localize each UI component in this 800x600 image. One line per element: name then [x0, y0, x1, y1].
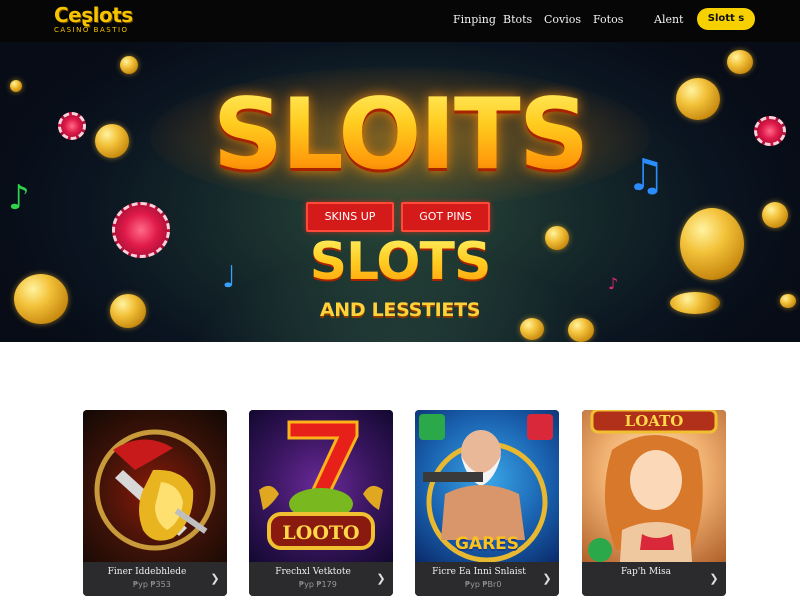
chevron-right-icon[interactable]: ❯ — [208, 572, 222, 586]
game-card[interactable]: Finer Iddebhlede ₱ур ₱353 ❯ — [83, 410, 227, 596]
slots-cta-button[interactable]: Slott s — [697, 8, 755, 30]
game-card-grid: Finer Iddebhlede ₱ур ₱353 ❯ LOOTO Frechx… — [0, 410, 800, 596]
card-meta: ₱ур ₱353 — [133, 580, 171, 589]
nav-item-1[interactable]: Finping — [453, 12, 496, 28]
game-card[interactable]: GARES Ficre Ea Inni Snlaist ₱ур ₱Br0 ❯ — [415, 410, 559, 596]
coin-icon — [120, 56, 138, 74]
card-title: Finer Iddebhlede — [107, 567, 187, 577]
hero-subtitle: SLOTS — [0, 232, 800, 292]
hero-title: SLOITS — [0, 80, 800, 190]
nav-item-3[interactable]: Covios — [544, 12, 581, 28]
card-art-label: LOATO — [624, 412, 684, 430]
nav-item-2[interactable]: Btots — [503, 12, 532, 28]
game-card[interactable]: LOATO Fap'h Misa ❯ — [582, 410, 726, 596]
got-pins-button[interactable]: GOT PINS — [401, 202, 490, 232]
card-art-label: LOOTO — [282, 522, 360, 544]
game-card[interactable]: LOOTO Frechxl Vetktote ₱ур ₱179 ❯ — [249, 410, 393, 596]
card-title: Fap'h Misa — [621, 567, 671, 577]
warrior-icon: GARES — [415, 410, 559, 562]
card-footer: Finer Iddebhlede ₱ур ₱353 ❯ — [83, 562, 227, 596]
card-title: Frechxl Vetktote — [275, 567, 351, 577]
account-link[interactable]: Alent — [654, 12, 683, 28]
chevron-right-icon[interactable]: ❯ — [707, 572, 721, 586]
card-art-label: GARES — [454, 534, 520, 554]
nav-item-4[interactable]: Fotos — [593, 12, 623, 28]
lucky-seven-icon: LOOTO — [249, 410, 393, 562]
chevron-right-icon[interactable]: ❯ — [540, 572, 554, 586]
chevron-right-icon[interactable]: ❯ — [374, 572, 388, 586]
card-footer: Ficre Ea Inni Snlaist ₱ур ₱Br0 ❯ — [415, 562, 559, 596]
top-navbar: Ceʂlots CASINO BASTIO Finping Btots Covi… — [0, 0, 800, 42]
card-title: Ficre Ea Inni Snlaist — [432, 567, 526, 577]
card-footer: Frechxl Vetktote ₱ур ₱179 ❯ — [249, 562, 393, 596]
golden-helmet-icon — [83, 410, 227, 562]
hero-tagline: AND LESSTIETS — [319, 299, 481, 321]
coin-icon — [762, 202, 788, 228]
card-meta: ₱ур ₱Br0 — [465, 580, 502, 589]
heroine-icon: LOATO — [582, 410, 726, 562]
coin-icon — [727, 50, 753, 74]
card-meta: ₱ур ₱179 — [299, 580, 337, 589]
hero-banner: ♪ ♫ ♩ ♪ SLOITS SKINS UP GOT PINS SLOTS A… — [0, 42, 800, 342]
main-nav: Finping Btots Covios Fotos Alent — [0, 12, 800, 28]
skins-up-button[interactable]: SKINS UP — [306, 202, 394, 232]
card-footer: Fap'h Misa ❯ — [582, 562, 726, 596]
